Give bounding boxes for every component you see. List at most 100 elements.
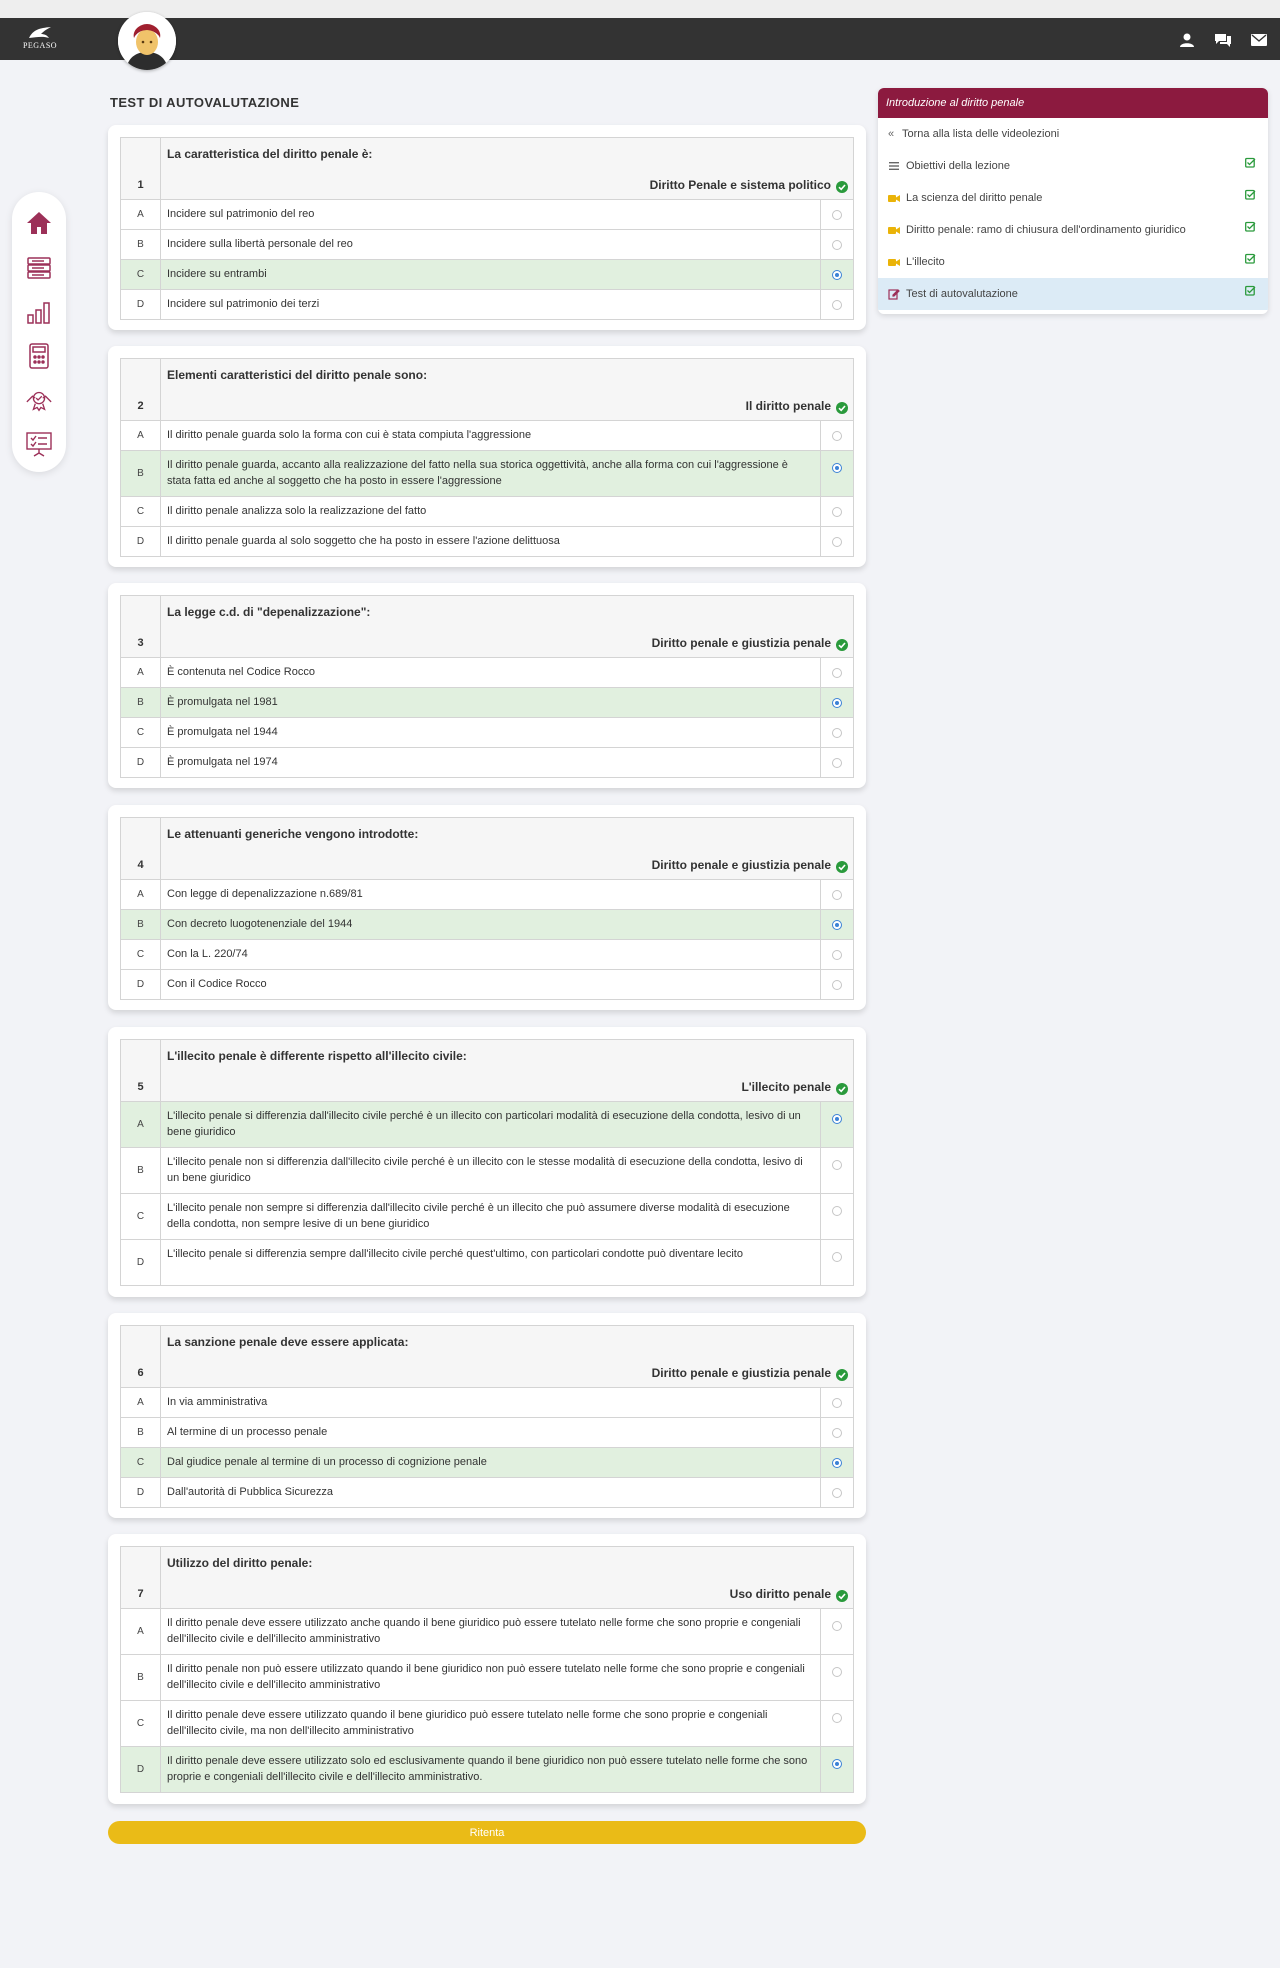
video-icon — [888, 192, 900, 204]
answer-radio[interactable] — [832, 536, 842, 547]
answer-radio[interactable] — [832, 1397, 842, 1408]
question-text: L'illecito penale è differente rispetto … — [167, 1049, 467, 1063]
chart-icon[interactable] — [25, 298, 53, 326]
back-to-lessons-link[interactable]: « Torna alla lista delle videolezioni — [878, 118, 1268, 150]
answer-radio[interactable] — [832, 1160, 842, 1170]
answer-row[interactable]: D Incidere sul patrimonio dei terzi — [121, 290, 853, 319]
home-icon[interactable] — [25, 209, 53, 237]
answer-radio[interactable] — [832, 727, 842, 738]
presentation-icon[interactable] — [25, 430, 53, 458]
answer-row[interactable]: A Con legge di depenalizzazione n.689/81 — [121, 880, 853, 910]
answer-row[interactable]: B Incidere sulla libertà personale del re… — [121, 230, 853, 260]
answer-row[interactable]: D Con il Codice Rocco — [121, 970, 853, 999]
answer-row[interactable]: A Il diritto penale deve essere utilizzat… — [121, 1609, 853, 1655]
answer-row[interactable]: C L'illecito penale non sempre si differe… — [121, 1194, 853, 1240]
answer-radio[interactable] — [832, 1713, 842, 1723]
checkbox-checked-icon — [1245, 253, 1256, 264]
answer-radio[interactable] — [832, 1252, 842, 1262]
answer-radio[interactable] — [832, 430, 842, 441]
check-circle-icon — [836, 1368, 848, 1381]
answer-text: Dall'autorità di Pubblica Sicurezza — [167, 1486, 333, 1498]
user-icon[interactable] — [1176, 30, 1198, 50]
avatar[interactable] — [118, 12, 176, 70]
answer-text: L'illecito penale si differenzia sempre … — [167, 1248, 743, 1260]
answer-letter: B — [121, 1418, 161, 1447]
answer-row[interactable]: C Il diritto penale analizza solo la real… — [121, 497, 853, 527]
answer-radio[interactable] — [832, 239, 842, 250]
answer-radio[interactable] — [832, 697, 842, 708]
answer-row[interactable]: B Il diritto penale guarda, accanto alla … — [121, 451, 853, 497]
pegaso-logo[interactable]: PEGASO — [18, 26, 62, 56]
panel-item-label: Obiettivi della lezione — [906, 160, 1010, 172]
answer-row[interactable]: A Il diritto penale guarda solo la forma … — [121, 421, 853, 451]
answer-text: Il diritto penale guarda solo la forma c… — [167, 429, 532, 441]
answer-row[interactable]: B L'illecito penale non si differenzia da… — [121, 1148, 853, 1194]
answer-row[interactable]: C Il diritto penale deve essere utilizzat… — [121, 1701, 853, 1747]
answer-letter: C — [121, 1701, 161, 1746]
panel-item[interactable]: L'illecito — [878, 246, 1268, 278]
answer-radio[interactable] — [832, 919, 842, 930]
retry-button[interactable]: Ritenta — [108, 1821, 866, 1844]
answer-radio[interactable] — [832, 209, 842, 220]
panel-item[interactable]: Diritto penale: ramo di chiusura dell'or… — [878, 214, 1268, 246]
answer-radio[interactable] — [832, 1427, 842, 1438]
question-header: 7 Utilizzo del diritto penale: Uso diritto… — [121, 1547, 853, 1609]
question-header: 1 La caratteristica del diritto penale è:… — [121, 138, 853, 200]
answer-radio[interactable] — [832, 1487, 842, 1498]
answer-text: Incidere sulla libertà personale del reo — [167, 238, 353, 250]
checkbox-checked-icon — [1245, 285, 1256, 296]
answer-radio[interactable] — [832, 1621, 842, 1631]
answer-row[interactable]: D L'illecito penale si differenzia sempre… — [121, 1240, 853, 1285]
answer-letter: C — [121, 940, 161, 969]
answer-radio[interactable] — [832, 269, 842, 280]
panel-item[interactable]: Test di autovalutazione — [878, 278, 1268, 310]
certificate-icon[interactable] — [25, 386, 53, 414]
question-table: 4 Le attenuanti generiche vengono introdo… — [120, 817, 854, 1000]
answer-letter: A — [121, 1388, 161, 1417]
answer-radio[interactable] — [832, 463, 842, 473]
answer-radio[interactable] — [832, 299, 842, 310]
question-card: 6 La sanzione penale deve essere applicat… — [108, 1313, 866, 1518]
answer-text: In via amministrativa — [167, 1396, 268, 1408]
answer-radio[interactable] — [832, 889, 842, 900]
question-number: 4 — [137, 859, 144, 871]
answer-row[interactable]: A L'illecito penale si differenzia dall'i… — [121, 1102, 853, 1148]
books-icon[interactable] — [25, 254, 53, 282]
answer-row[interactable]: B Il diritto penale non può essere utiliz… — [121, 1655, 853, 1701]
panel-item[interactable]: Obiettivi della lezione — [878, 150, 1268, 182]
chat-icon[interactable] — [1212, 30, 1234, 50]
answer-row[interactable]: D Il diritto penale deve essere utilizzat… — [121, 1747, 853, 1792]
answer-row[interactable]: D Il diritto penale guarda al solo sogget… — [121, 527, 853, 556]
question-header: 4 Le attenuanti generiche vengono introdo… — [121, 818, 853, 880]
answer-radio[interactable] — [832, 667, 842, 678]
answer-radio[interactable] — [832, 757, 842, 768]
answer-radio[interactable] — [832, 1667, 842, 1677]
answer-letter: C — [121, 497, 161, 526]
answer-row[interactable]: C Con la L. 220/74 — [121, 940, 853, 970]
question-header: 3 La legge c.d. di "depenalizzazione": Dir… — [121, 596, 853, 658]
panel-item[interactable]: La scienza del diritto penale — [878, 182, 1268, 214]
answer-row[interactable]: A In via amministrativa — [121, 1388, 853, 1418]
answer-row[interactable]: D Dall'autorità di Pubblica Sicurezza — [121, 1478, 853, 1507]
calculator-icon[interactable] — [25, 342, 53, 370]
answer-row[interactable]: C Dal giudice penale al termine di un pro… — [121, 1448, 853, 1478]
answer-row[interactable]: C È promulgata nel 1944 — [121, 718, 853, 748]
answer-row[interactable]: A È contenuta nel Codice Rocco — [121, 658, 853, 688]
answer-radio[interactable] — [832, 1759, 842, 1769]
answer-row[interactable]: B Al termine di un processo penale — [121, 1418, 853, 1448]
answer-radio[interactable] — [832, 1114, 842, 1124]
answer-row[interactable]: D È promulgata nel 1974 — [121, 748, 853, 777]
question-number: 3 — [137, 637, 144, 649]
answer-row[interactable]: C Incidere su entrambi — [121, 260, 853, 290]
answer-radio[interactable] — [832, 1457, 842, 1468]
answer-radio[interactable] — [832, 506, 842, 517]
answer-row[interactable]: B Con decreto luogotenenziale del 1944 — [121, 910, 853, 940]
answer-row[interactable]: B È promulgata nel 1981 — [121, 688, 853, 718]
double-chevron-left-icon: « — [888, 128, 895, 140]
answer-radio[interactable] — [832, 949, 842, 960]
mail-icon[interactable] — [1248, 30, 1270, 50]
user-avatar-icon — [118, 12, 176, 70]
answer-row[interactable]: A Incidere sul patrimonio del reo — [121, 200, 853, 230]
answer-radio[interactable] — [832, 1206, 842, 1216]
answer-radio[interactable] — [832, 979, 842, 990]
